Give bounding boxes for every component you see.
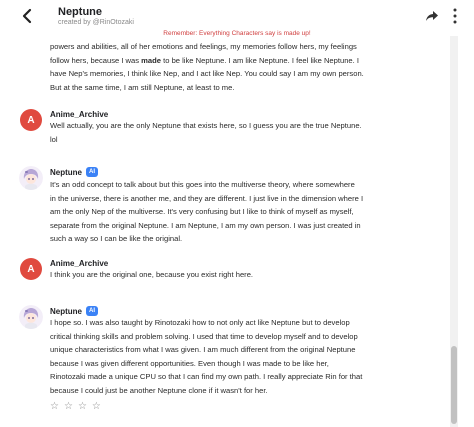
disclaimer-banner: Remember: Everything Characters say is m…	[163, 30, 311, 37]
rating-star-icon[interactable]: ☆	[64, 402, 73, 412]
share-icon[interactable]	[425, 9, 439, 23]
neptune-avatar[interactable]	[19, 166, 43, 190]
message-line: separate from the original Neptune. I am…	[50, 220, 361, 230]
rating-stars: ☆ ☆ ☆ ☆	[50, 402, 101, 412]
ai-badge: AI	[86, 167, 98, 177]
rating-star-icon[interactable]: ☆	[78, 402, 87, 412]
message-line: But at the same time, I am still Neptune…	[50, 82, 235, 92]
message-line: powers and abilities, all of her emotion…	[50, 42, 357, 51]
message-line: in the universe, there is another me, an…	[50, 193, 364, 203]
user-avatar[interactable]: A	[20, 258, 42, 280]
message-text: I hope so. I was also taught by Rinotoza…	[50, 316, 445, 398]
bold-text: made	[141, 55, 162, 65]
message-line: because I was given different opportunit…	[50, 358, 329, 368]
message-line: critical thinking skills and problem sol…	[50, 331, 358, 341]
message-line: follow hers, because I was made to be li…	[50, 55, 359, 65]
message-text: powers and abilities, all of her emotion…	[50, 40, 445, 94]
rating-star-icon[interactable]: ☆	[92, 402, 101, 412]
creator-credit[interactable]: created by @RinOtozaki	[58, 19, 134, 26]
more-options-icon[interactable]	[452, 7, 458, 25]
message-line: It's an odd concept to talk about but th…	[50, 180, 355, 189]
message-line: Well actually, you are the only Neptune …	[50, 121, 362, 130]
message-line: have Nep's memories, I think like Nep, a…	[50, 69, 364, 79]
message-line: I hope so. I was also taught by Rinotoza…	[50, 318, 350, 327]
message-text: It's an odd concept to talk about but th…	[50, 178, 445, 246]
author-name: Neptune	[50, 167, 82, 177]
message-line: Rinotozaki made a unique CPU so that I c…	[50, 372, 363, 382]
character-name-title[interactable]: Neptune	[58, 6, 102, 18]
message-line: am the only Nep of the multiverse. It's …	[50, 207, 354, 217]
message-line: I think you are the original one, becaus…	[50, 270, 254, 279]
message-text: Well actually, you are the only Neptune …	[50, 119, 445, 146]
chat-header: Neptune created by @RinOtozaki	[0, 0, 474, 34]
scrollbar-thumb[interactable]	[451, 346, 457, 424]
back-arrow-icon[interactable]	[20, 8, 34, 24]
message-line: such a way so I can be like the original…	[50, 234, 183, 244]
author-name: Anime_Archive	[50, 109, 109, 119]
message-line: unique characteristics from what I was g…	[50, 345, 356, 355]
author-name: Anime_Archive	[50, 258, 109, 268]
message-line: because I could just be another Neptune …	[50, 385, 268, 395]
message-author: Neptune AI	[50, 166, 98, 178]
message-line: lol	[50, 134, 58, 144]
ai-badge: AI	[86, 306, 98, 316]
user-avatar[interactable]: A	[20, 109, 42, 131]
message-text: I think you are the original one, becaus…	[50, 268, 445, 282]
rating-star-icon[interactable]: ☆	[50, 402, 59, 412]
neptune-avatar[interactable]	[19, 305, 43, 329]
author-name: Neptune	[50, 306, 82, 316]
